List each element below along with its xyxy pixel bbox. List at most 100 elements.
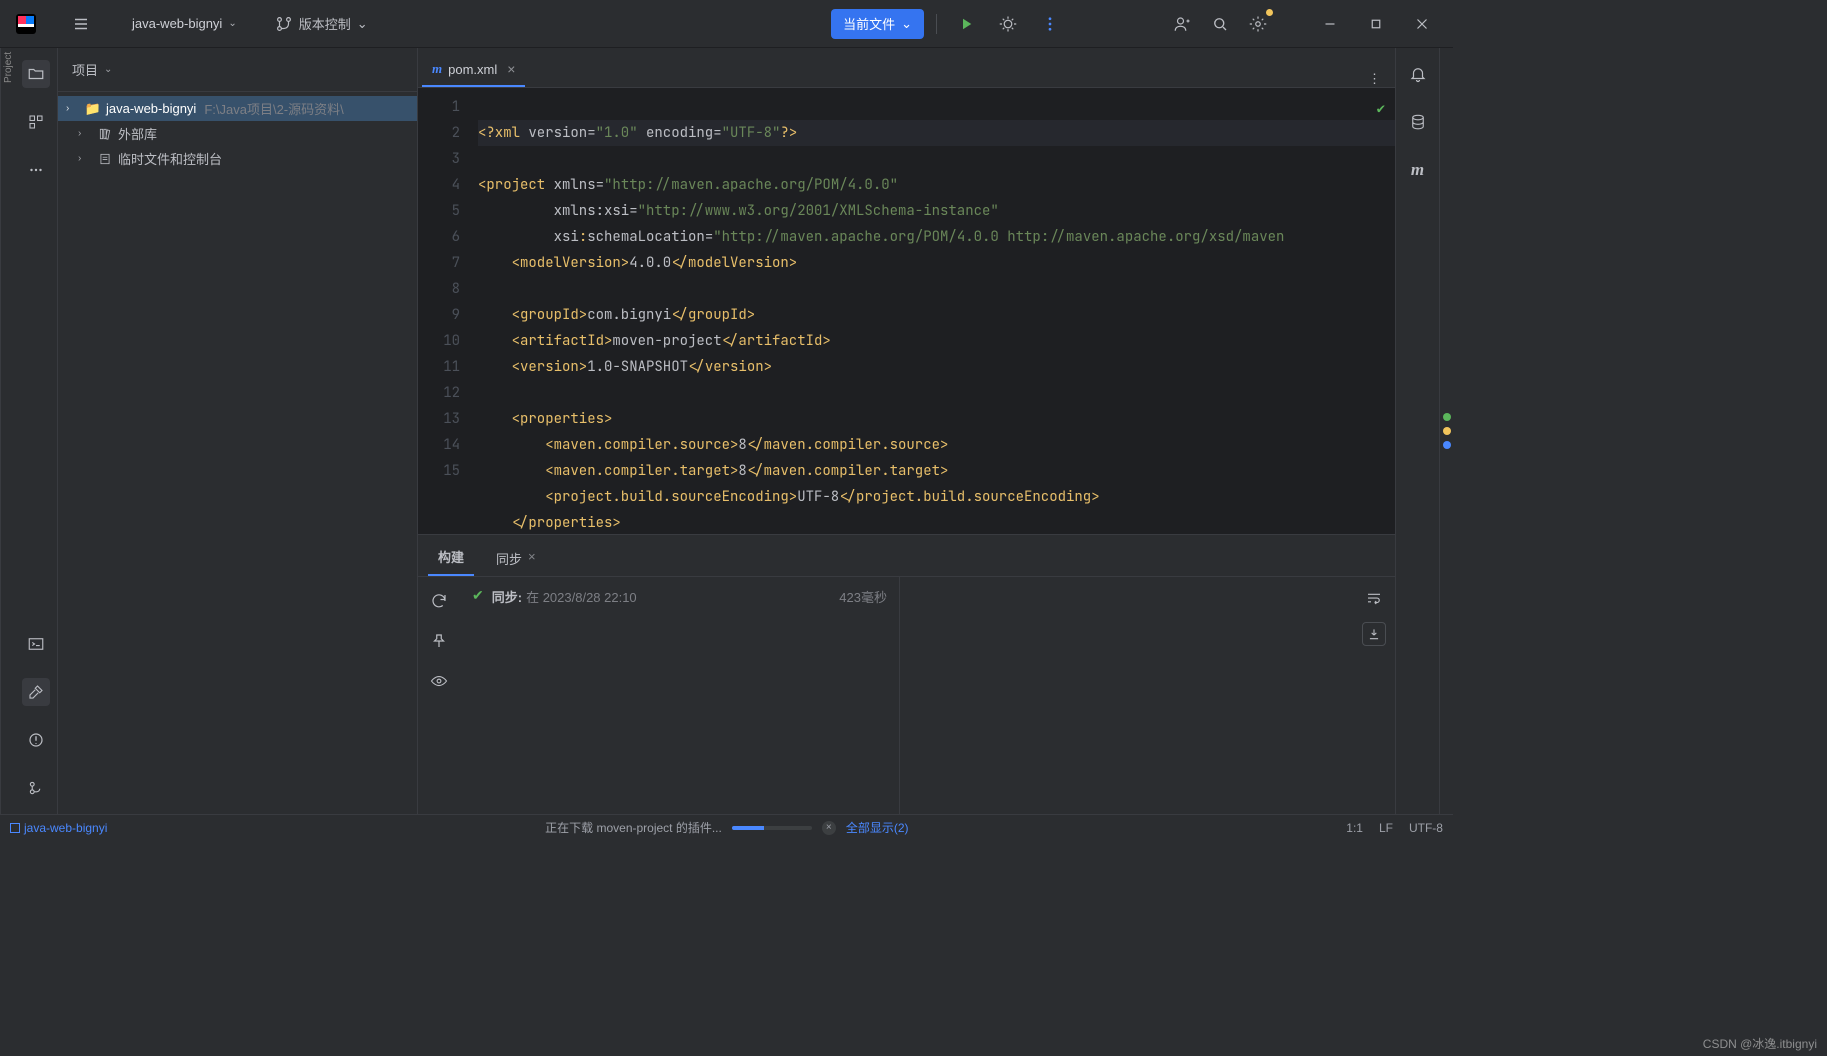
git-tool-button[interactable]	[22, 774, 50, 802]
tree-root-path: F:\Java项目\2-源码资料\	[204, 99, 343, 118]
tree-row-external-libs[interactable]: › 外部库	[58, 121, 417, 146]
git-icon	[27, 779, 45, 797]
more-vert-icon	[1041, 15, 1059, 33]
database-icon	[1409, 113, 1427, 131]
tree-row-scratches[interactable]: › 临时文件和控制台	[58, 146, 417, 171]
left-vertical-strip: 设Project	[0, 48, 14, 814]
hammer-icon	[27, 683, 45, 701]
show-all-link[interactable]: 全部显示(2)	[846, 819, 909, 836]
close-icon	[1413, 15, 1431, 33]
check-ok-icon: ✔	[472, 587, 484, 604]
file-encoding[interactable]: UTF-8	[1409, 821, 1443, 835]
chevron-right-icon[interactable]: ›	[78, 128, 92, 139]
build-tab-build[interactable]: 构建	[428, 539, 474, 576]
structure-tool-button[interactable]	[22, 108, 50, 136]
sync-time: 在 2023/8/28 22:10	[526, 590, 637, 605]
rerun-button[interactable]	[427, 589, 451, 613]
build-toolbar	[418, 577, 460, 814]
project-panel-title: 项目	[72, 60, 98, 79]
inspection-ok-icon[interactable]: ✔	[1377, 96, 1385, 122]
pin-icon	[430, 632, 448, 650]
search-button[interactable]	[1203, 9, 1237, 39]
play-icon	[957, 15, 975, 33]
structure-icon	[27, 113, 45, 131]
database-button[interactable]	[1404, 108, 1432, 136]
code-content[interactable]: <?xml version="1.0" encoding="UTF-8"?> <…	[478, 88, 1395, 534]
titlebar: java-web-bignyi ⌄ 版本控制 ⌄ 当前文件 ⌄	[0, 0, 1453, 48]
update-badge-icon	[1266, 9, 1273, 16]
refresh-icon	[430, 592, 448, 610]
tabs-more-button[interactable]: ⋮	[1354, 71, 1395, 87]
maven-button[interactable]: m	[1404, 156, 1432, 184]
project-panel-header[interactable]: 项目 ⌄	[58, 48, 417, 92]
gear-icon	[1249, 15, 1267, 33]
watermark: CSDN @冰逸.itbignyi	[1703, 1035, 1817, 1052]
sync-result-row[interactable]: ✔ 同步: 在 2023/8/28 22:10 423毫秒	[460, 577, 900, 814]
view-button[interactable]	[427, 669, 451, 693]
more-tool-button[interactable]	[22, 156, 50, 184]
line-ending[interactable]: LF	[1379, 821, 1393, 835]
run-config-label: 当前文件	[843, 14, 895, 33]
project-tool-button[interactable]	[22, 60, 50, 88]
scratch-icon	[96, 152, 114, 166]
tree-scratch-label: 临时文件和控制台	[118, 149, 222, 168]
warning-circle-icon	[27, 731, 45, 749]
pin-button[interactable]	[427, 629, 451, 653]
tree-row-root[interactable]: › 📁 java-web-bignyi F:\Java项目\2-源码资料\	[58, 96, 417, 121]
minimize-icon	[1321, 15, 1339, 33]
statusbar: java-web-bignyi 正在下载 moven-project 的插件..…	[0, 814, 1453, 840]
vcs-label: 版本控制	[299, 14, 351, 33]
line-gutter: 123456789101112131415	[418, 88, 478, 534]
minimize-button[interactable]	[1307, 8, 1353, 40]
module-icon	[10, 823, 20, 833]
chevron-down-icon: ⌄	[104, 64, 112, 75]
maven-icon: m	[1411, 160, 1424, 180]
close-window-button[interactable]	[1399, 8, 1445, 40]
build-panel-actions	[1353, 577, 1395, 814]
tree-extlib-label: 外部库	[118, 124, 157, 143]
right-tool-rail: m	[1395, 48, 1439, 814]
terminal-tool-button[interactable]	[22, 630, 50, 658]
maximize-button[interactable]	[1353, 8, 1399, 40]
person-add-icon	[1173, 15, 1191, 33]
notifications-button[interactable]	[1404, 60, 1432, 88]
problems-tool-button[interactable]	[22, 726, 50, 754]
more-actions-button[interactable]	[1033, 9, 1067, 39]
module-indicator[interactable]: java-web-bignyi	[10, 821, 107, 835]
code-with-me-button[interactable]	[1165, 9, 1199, 39]
code-editor[interactable]: ✔ 123456789101112131415 <?xml version="1…	[418, 88, 1395, 534]
sync-duration: 423毫秒	[839, 587, 887, 606]
sync-label: 同步:	[492, 590, 522, 605]
chevron-right-icon[interactable]: ›	[78, 153, 92, 164]
editor-tab-pom[interactable]: m pom.xml ×	[422, 53, 525, 87]
cursor-position[interactable]: 1:1	[1346, 821, 1363, 835]
soft-wrap-button[interactable]	[1365, 589, 1383, 610]
tree-root-name: java-web-bignyi	[106, 101, 196, 116]
wrap-icon	[1365, 589, 1383, 607]
chevron-down-icon: ⌄	[228, 18, 236, 29]
more-horiz-icon	[27, 161, 45, 179]
build-panel: 构建 同步× ✔ 同步: 在 2023/8/28 22:10 423毫秒	[418, 534, 1395, 814]
scroll-to-end-button[interactable]	[1362, 622, 1386, 646]
branch-icon	[275, 15, 293, 33]
maven-file-icon: m	[432, 61, 442, 77]
vcs-button[interactable]: 版本控制 ⌄	[265, 10, 378, 37]
chevron-right-icon[interactable]: ›	[66, 103, 80, 114]
build-tool-button[interactable]	[22, 678, 50, 706]
settings-button[interactable]	[1241, 9, 1275, 39]
run-button[interactable]	[949, 9, 983, 39]
bug-icon	[999, 15, 1017, 33]
maximize-icon	[1367, 15, 1385, 33]
right-vertical-strip	[1439, 48, 1453, 814]
close-tab-icon[interactable]: ×	[507, 61, 515, 77]
progress-text: 正在下载 moven-project 的插件...	[545, 819, 722, 836]
cancel-progress-button[interactable]: ×	[822, 821, 836, 835]
run-config-button[interactable]: 当前文件 ⌄	[831, 9, 924, 39]
close-tab-icon[interactable]: ×	[528, 549, 536, 568]
bell-icon	[1409, 65, 1427, 83]
main-menu-icon[interactable]	[64, 9, 98, 39]
project-tree[interactable]: › 📁 java-web-bignyi F:\Java项目\2-源码资料\ › …	[58, 92, 417, 814]
project-selector[interactable]: java-web-bignyi ⌄	[122, 12, 247, 35]
build-tab-sync[interactable]: 同步×	[486, 541, 546, 576]
debug-button[interactable]	[991, 9, 1025, 39]
